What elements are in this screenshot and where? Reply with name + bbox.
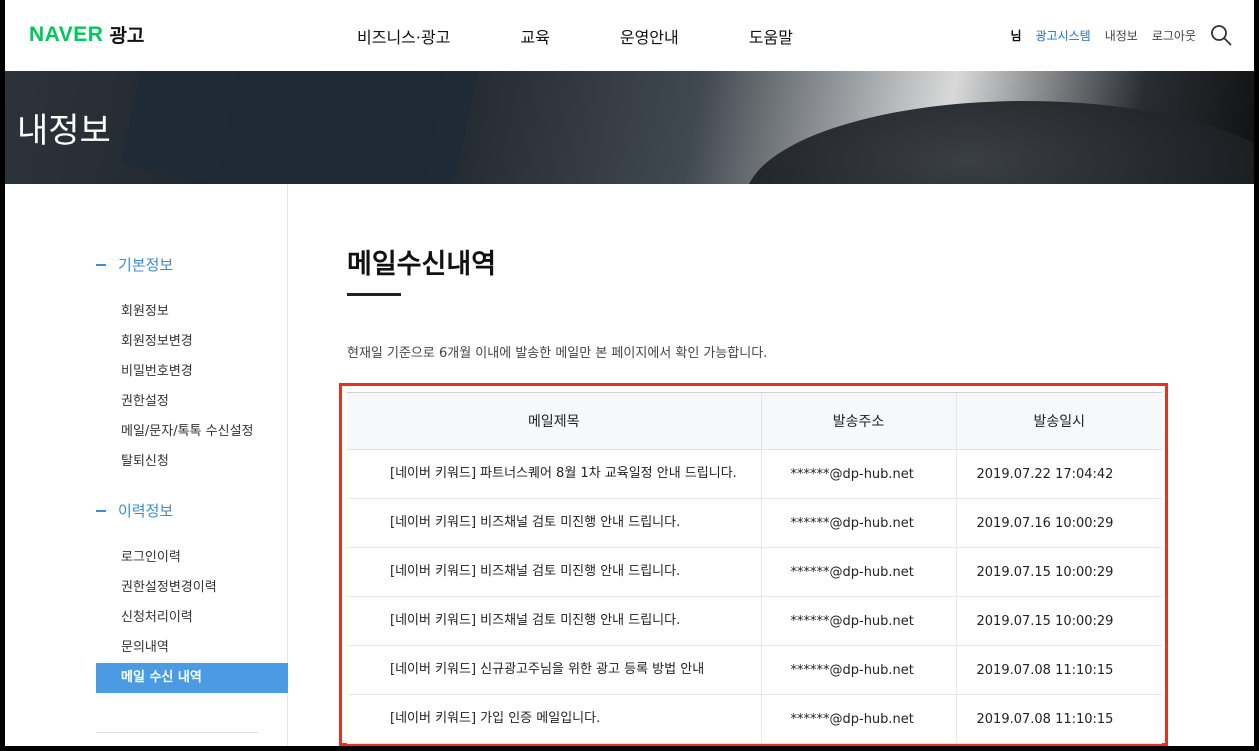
sidebar-item-notification-settings[interactable]: 메일/문자/톡톡 수신설정 [96, 417, 288, 447]
nav-business-ad[interactable]: 비즈니스·광고 [357, 24, 450, 48]
my-info-link[interactable]: 내정보 [1105, 27, 1138, 44]
naver-ad-logo[interactable]: NAVER 광고 [29, 21, 144, 48]
column-header-subject: 메일제목 [347, 392, 761, 450]
sidebar-group-label: 기본정보 [118, 256, 174, 274]
hero-banner: 내정보 [5, 71, 1254, 184]
table-row[interactable]: [네이버 키워드] 비즈채널 검토 미진행 안내 드립니다. ******@dp… [347, 596, 1162, 646]
column-header-address: 발송주소 [760, 392, 956, 450]
sidebar-item-permission-settings[interactable]: 권한설정 [96, 387, 288, 417]
sidebar-group-title[interactable]: 기본정보 [96, 254, 288, 275]
page-title: 메일수신내역 [347, 249, 497, 280]
ad-system-link[interactable]: 광고시스템 [1036, 27, 1091, 44]
mail-date: 2019.07.08 11:10:15 [955, 645, 1162, 695]
sidebar-item-password-change[interactable]: 비밀번호변경 [96, 357, 288, 387]
table-row[interactable]: [네이버 키워드] 신규광고주님을 위한 광고 등록 방법 안내 ******@… [347, 645, 1162, 695]
mail-address: ******@dp-hub.net [760, 498, 956, 548]
sidebar-group-label: 이력정보 [118, 502, 174, 520]
sidebar-divider [96, 732, 258, 733]
minus-icon [96, 263, 106, 266]
nav-operation-guide[interactable]: 운영안내 [620, 24, 679, 48]
sidebar-item-permission-history[interactable]: 권한설정변경이력 [96, 573, 288, 603]
mail-history-table: 메일제목 발송주소 발송일시 [네이버 키워드] 파트너스퀘어 8월 1차 교육… [347, 392, 1162, 744]
table-row[interactable]: [네이버 키워드] 가입 인증 메일입니다. ******@dp-hub.net… [347, 694, 1162, 744]
sidebar-item-mail-history[interactable]: 메일 수신 내역 [96, 663, 288, 693]
nav-help[interactable]: 도움말 [749, 24, 793, 48]
mail-address: ******@dp-hub.net [760, 596, 956, 646]
column-header-date: 발송일시 [955, 392, 1162, 450]
sidebar-item-member-info-change[interactable]: 회원정보변경 [96, 327, 288, 357]
mail-subject[interactable]: [네이버 키워드] 비즈채널 검토 미진행 안내 드립니다. [347, 498, 761, 548]
mail-date: 2019.07.22 17:04:42 [955, 449, 1162, 499]
mail-subject[interactable]: [네이버 키워드] 비즈채널 검토 미진행 안내 드립니다. [347, 596, 761, 646]
sidebar-item-login-history[interactable]: 로그인이력 [96, 543, 288, 573]
logo-suffix: 광고 [109, 25, 145, 47]
logout-link[interactable]: 로그아웃 [1152, 27, 1196, 44]
mail-date: 2019.07.16 10:00:29 [955, 498, 1162, 548]
sidebar-item-member-info[interactable]: 회원정보 [96, 297, 288, 327]
user-name: 님 [1010, 28, 1022, 43]
table-header-row: 메일제목 발송주소 발송일시 [347, 392, 1162, 450]
sidebar-item-inquiry-history[interactable]: 문의내역 [96, 633, 288, 663]
mail-address: ******@dp-hub.net [760, 547, 956, 597]
minus-icon [96, 509, 106, 512]
sidebar-item-request-history[interactable]: 신청처리이력 [96, 603, 288, 633]
sidebar: 기본정보 회원정보 회원정보변경 비밀번호변경 권한설정 메일/문자/톡톡 수신… [5, 184, 288, 746]
mail-address: ******@dp-hub.net [760, 449, 956, 499]
utility-menu: 님 광고시스템 내정보 로그아웃 [996, 24, 1232, 46]
mail-address: ******@dp-hub.net [760, 645, 956, 695]
sidebar-group-history: 이력정보 로그인이력 권한설정변경이력 신청처리이력 문의내역 메일 수신 내역 [96, 500, 288, 693]
page-frame: NAVER 광고 비즈니스·광고 교육 운영안내 도움말 님 광고시스템 내정보… [5, 0, 1254, 746]
sidebar-group-title[interactable]: 이력정보 [96, 500, 288, 521]
mail-date: 2019.07.08 11:10:15 [955, 694, 1162, 744]
mail-date: 2019.07.15 10:00:29 [955, 596, 1162, 646]
nav-education[interactable]: 교육 [520, 24, 549, 48]
banner-notebook-graphic [120, 71, 480, 184]
notice-text: 현재일 기준으로 6개월 이내에 발송한 메일만 본 페이지에서 확인 가능합니… [347, 346, 768, 361]
table-row[interactable]: [네이버 키워드] 파트너스퀘어 8월 1차 교육일정 안내 드립니다. ***… [347, 449, 1162, 499]
mail-date: 2019.07.15 10:00:29 [955, 547, 1162, 597]
mail-subject[interactable]: [네이버 키워드] 파트너스퀘어 8월 1차 교육일정 안내 드립니다. [347, 449, 761, 499]
logo-brand: NAVER [29, 22, 104, 46]
table-row[interactable]: [네이버 키워드] 비즈채널 검토 미진행 안내 드립니다. ******@dp… [347, 547, 1162, 597]
sidebar-item-withdrawal[interactable]: 탈퇴신청 [96, 447, 288, 477]
title-underline [347, 293, 401, 296]
mail-subject[interactable]: [네이버 키워드] 신규광고주님을 위한 광고 등록 방법 안내 [347, 645, 761, 695]
sidebar-group-basic-info: 기본정보 회원정보 회원정보변경 비밀번호변경 권한설정 메일/문자/톡톡 수신… [96, 254, 288, 477]
mail-subject[interactable]: [네이버 키워드] 가입 인증 메일입니다. [347, 694, 761, 744]
table-row[interactable]: [네이버 키워드] 비즈채널 검토 미진행 안내 드립니다. ******@dp… [347, 498, 1162, 548]
mail-address: ******@dp-hub.net [760, 694, 956, 744]
global-nav: 비즈니스·광고 교육 운영안내 도움말 [357, 24, 863, 48]
mail-subject[interactable]: [네이버 키워드] 비즈채널 검토 미진행 안내 드립니다. [347, 547, 761, 597]
banner-cup-graphic [745, 101, 1254, 184]
top-header: NAVER 광고 비즈니스·광고 교육 운영안내 도움말 님 광고시스템 내정보… [5, 0, 1254, 71]
hero-title: 내정보 [17, 111, 111, 151]
search-icon[interactable] [1210, 24, 1232, 46]
